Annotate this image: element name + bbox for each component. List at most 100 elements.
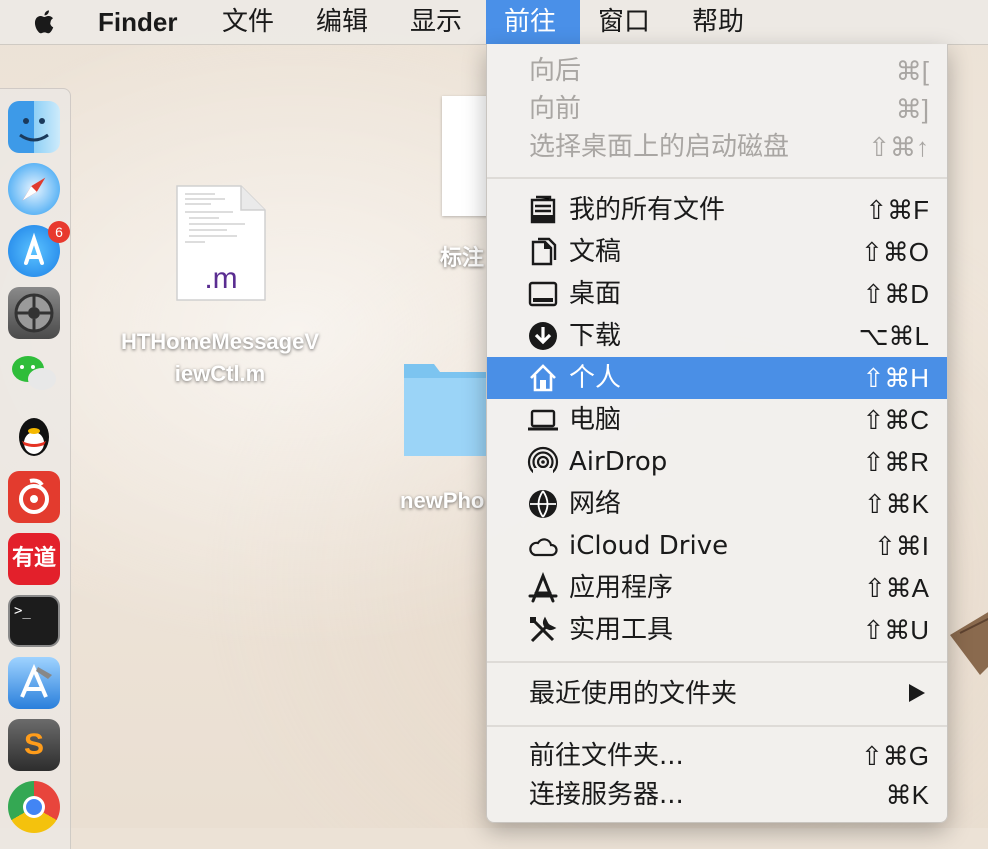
menu-item-label: 我的所有文件 — [569, 195, 726, 225]
menu-item-shortcut: ⇧⌘C — [862, 405, 929, 435]
menu-item-shortcut: ⇧⌘O — [860, 237, 929, 267]
menu-item-shortcut: ⌘[ — [895, 56, 929, 86]
system-preferences-icon[interactable] — [8, 287, 60, 339]
safari-icon[interactable] — [8, 163, 60, 215]
dock: 6 有道 >_ S — [0, 88, 71, 849]
menu-item-icloud-drive[interactable]: iCloud Drive ⇧⌘I — [487, 525, 947, 567]
menu-item-label: 网络 — [569, 489, 622, 519]
menu-help[interactable]: 帮助 — [674, 0, 762, 44]
menu-item-label: 个人 — [569, 363, 622, 393]
menu-item-startup-disk[interactable]: 选择桌面上的启动磁盘 ⇧⌘↑ — [487, 126, 947, 168]
all-files-icon — [530, 195, 556, 224]
terminal-icon[interactable]: >_ — [8, 595, 60, 647]
file-name-line1: HTHomeMessageV — [120, 329, 320, 354]
airdrop-icon — [527, 446, 559, 478]
menu-item-label: 文稿 — [569, 237, 622, 267]
file-name-label: HTHomeMessageV iewCtl.m — [100, 326, 340, 390]
apple-logo-icon[interactable] — [30, 7, 60, 37]
menu-separator — [487, 725, 947, 727]
menu-view[interactable]: 显示 — [392, 0, 480, 44]
menu-item-shortcut: ⇧⌘I — [873, 531, 929, 561]
menu-separator — [487, 661, 947, 663]
file-name-line2: iewCtl.m — [174, 361, 266, 386]
xcode-icon[interactable] — [8, 657, 60, 709]
menu-item-recent-folders[interactable]: 最近使用的文件夹 — [487, 673, 947, 715]
menu-item-shortcut: ⇧⌘R — [862, 447, 929, 477]
netease-music-icon[interactable] — [8, 471, 60, 523]
documents-icon — [531, 237, 557, 266]
sublime-text-icon[interactable]: S — [8, 719, 60, 771]
go-menu-dropdown: 向后 ⌘[ 向前 ⌘] 选择桌面上的启动磁盘 ⇧⌘↑ 我的所有文件 ⇧⌘F 文稿… — [486, 44, 948, 823]
menu-item-applications[interactable]: 应用程序 ⇧⌘A — [487, 567, 947, 609]
utilities-icon — [530, 616, 557, 643]
menu-item-label: 桌面 — [569, 279, 622, 309]
menu-item-label: AirDrop — [569, 447, 668, 477]
app-store-icon[interactable]: 6 — [8, 221, 70, 277]
document-label: 标注 — [440, 246, 485, 271]
folder-icon[interactable] — [404, 358, 488, 456]
document-icon[interactable] — [442, 96, 488, 216]
terminal-prompt: >_ — [14, 603, 31, 619]
menu-item-shortcut: ⇧⌘H — [862, 363, 929, 393]
menu-item-downloads[interactable]: 下载 ⌥⌘L — [487, 315, 947, 357]
menu-item-shortcut: ⇧⌘G — [860, 741, 929, 771]
youdao-text: 有道 — [11, 546, 56, 571]
menu-item-computer[interactable]: 电脑 ⇧⌘C — [487, 399, 947, 441]
menu-item-back[interactable]: 向后 ⌘[ — [487, 50, 947, 92]
menu-file[interactable]: 文件 — [204, 0, 292, 44]
menu-item-documents[interactable]: 文稿 ⇧⌘O — [487, 231, 947, 273]
menu-item-shortcut: ⌘K — [885, 780, 929, 810]
menu-item-forward[interactable]: 向前 ⌘] — [487, 88, 947, 130]
folder-label: newPho — [400, 488, 485, 513]
youdao-icon[interactable]: 有道 — [8, 533, 60, 585]
menu-item-label: 电脑 — [569, 405, 622, 435]
menu-item-utilities[interactable]: 实用工具 ⇧⌘U — [487, 609, 947, 651]
chrome-icon[interactable] — [8, 781, 60, 833]
menu-item-label: 下载 — [569, 321, 622, 351]
menu-item-shortcut: ⇧⌘↑ — [868, 132, 929, 162]
sublime-letter: S — [23, 728, 44, 761]
menu-item-home[interactable]: 个人 ⇧⌘H — [487, 357, 947, 399]
menu-item-network[interactable]: 网络 ⇧⌘K — [487, 483, 947, 525]
menu-item-airdrop[interactable]: AirDrop ⇧⌘R — [487, 441, 947, 483]
menu-item-all-files[interactable]: 我的所有文件 ⇧⌘F — [487, 189, 947, 231]
menu-item-shortcut: ⇧⌘K — [863, 489, 929, 519]
menu-item-label: 连接服务器... — [529, 780, 684, 810]
menu-item-shortcut: ⇧⌘F — [865, 195, 929, 225]
menu-item-label: iCloud Drive — [569, 531, 729, 561]
menu-bar: Finder 文件 编辑 显示 前往 窗口 帮助 — [0, 0, 988, 45]
menu-item-shortcut: ⇧⌘A — [863, 573, 929, 603]
menu-window[interactable]: 窗口 — [580, 0, 668, 44]
menu-item-label: 实用工具 — [569, 615, 674, 645]
menu-item-connect-server[interactable]: 连接服务器... ⌘K — [487, 774, 947, 816]
menu-item-shortcut: ⌘] — [895, 94, 929, 124]
menu-item-shortcut: ⇧⌘U — [862, 615, 929, 645]
menu-item-label: 向后 — [529, 56, 582, 86]
notification-badge: 6 — [48, 221, 70, 243]
menu-item-go-to-folder[interactable]: 前往文件夹... ⇧⌘G — [487, 735, 947, 777]
network-icon — [529, 490, 557, 518]
file-extension-label: .m — [204, 262, 238, 295]
home-icon — [530, 364, 556, 392]
menu-finder[interactable]: Finder — [80, 0, 195, 44]
menu-item-label: 应用程序 — [569, 573, 674, 603]
downloads-icon — [529, 322, 557, 350]
menu-item-desktop[interactable]: 桌面 ⇧⌘D — [487, 273, 947, 315]
wechat-icon[interactable] — [8, 347, 60, 399]
submenu-arrow-icon — [909, 684, 925, 702]
menu-item-shortcut: ⇧⌘D — [862, 279, 929, 309]
menu-separator — [487, 177, 947, 179]
qq-icon[interactable] — [8, 409, 60, 461]
menu-item-label: 最近使用的文件夹 — [529, 679, 738, 709]
menu-item-label: 前往文件夹... — [529, 741, 684, 771]
finder-icon[interactable] — [8, 101, 60, 153]
icloud-icon — [529, 538, 558, 557]
menu-item-shortcut: ⌥⌘L — [858, 321, 929, 351]
menu-edit[interactable]: 编辑 — [298, 0, 386, 44]
computer-icon — [528, 409, 558, 431]
menu-item-label: 选择桌面上的启动磁盘 — [529, 132, 790, 162]
applications-icon — [528, 572, 558, 603]
menu-item-label: 向前 — [529, 94, 582, 124]
menu-go[interactable]: 前往 — [486, 0, 580, 44]
desktop-icon — [528, 281, 558, 307]
